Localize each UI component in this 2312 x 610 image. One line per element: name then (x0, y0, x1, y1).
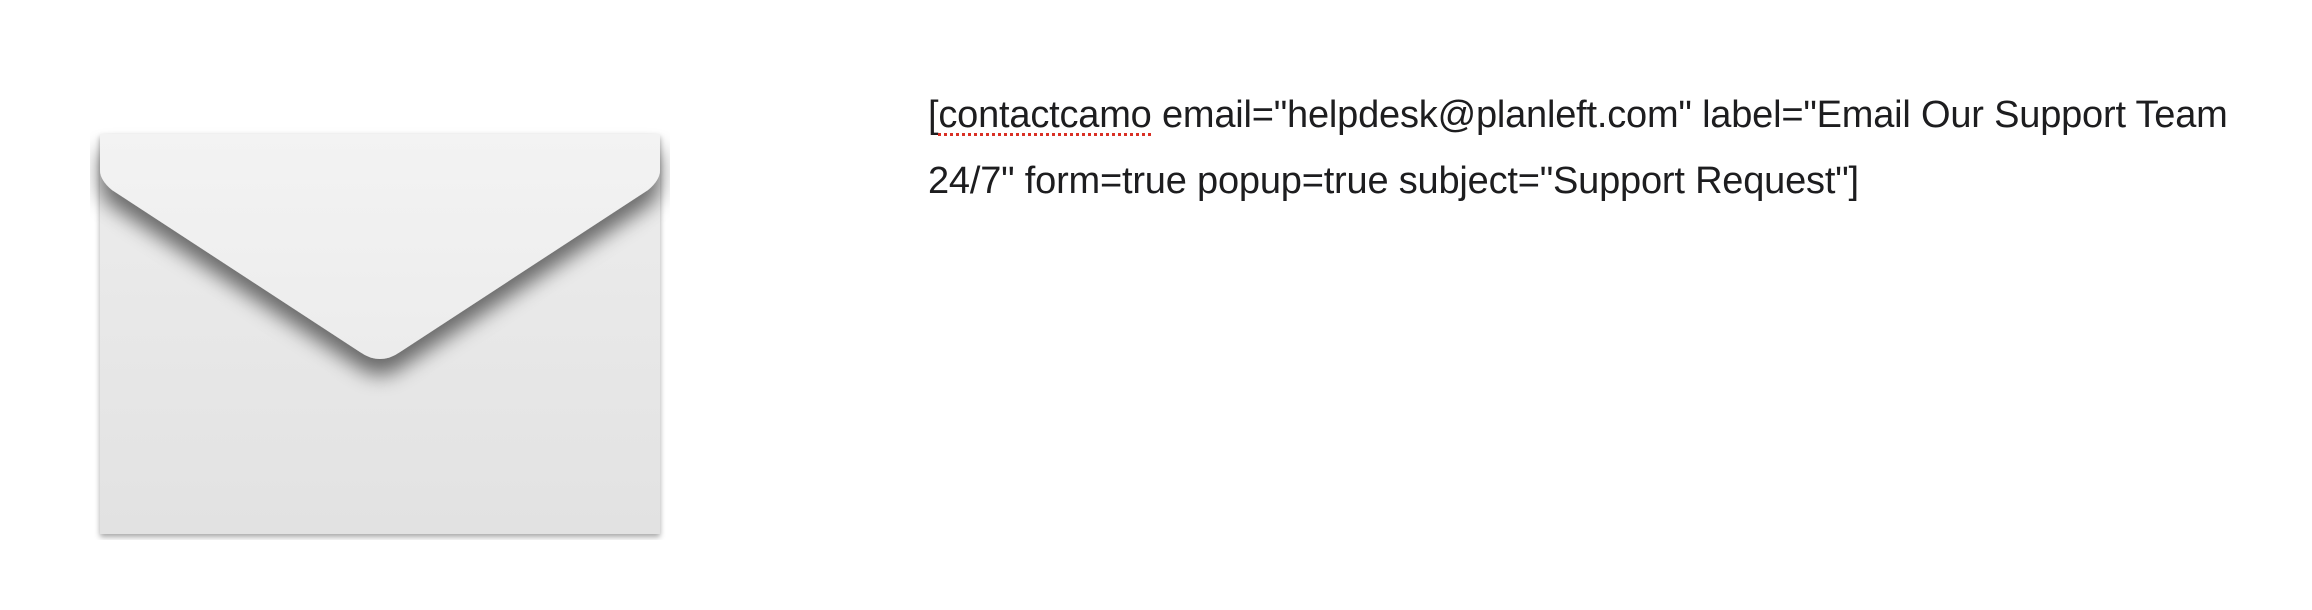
shortcode-text: [contactcamo email="helpdesk@planleft.co… (928, 82, 2228, 214)
envelope-icon (100, 134, 660, 534)
page: [contactcamo email="helpdesk@planleft.co… (0, 0, 2312, 610)
shortcode-tag-misspelled[interactable]: contactcamo (938, 94, 1151, 136)
shortcode-open-bracket: [ (928, 94, 939, 136)
envelope-image (90, 120, 670, 540)
